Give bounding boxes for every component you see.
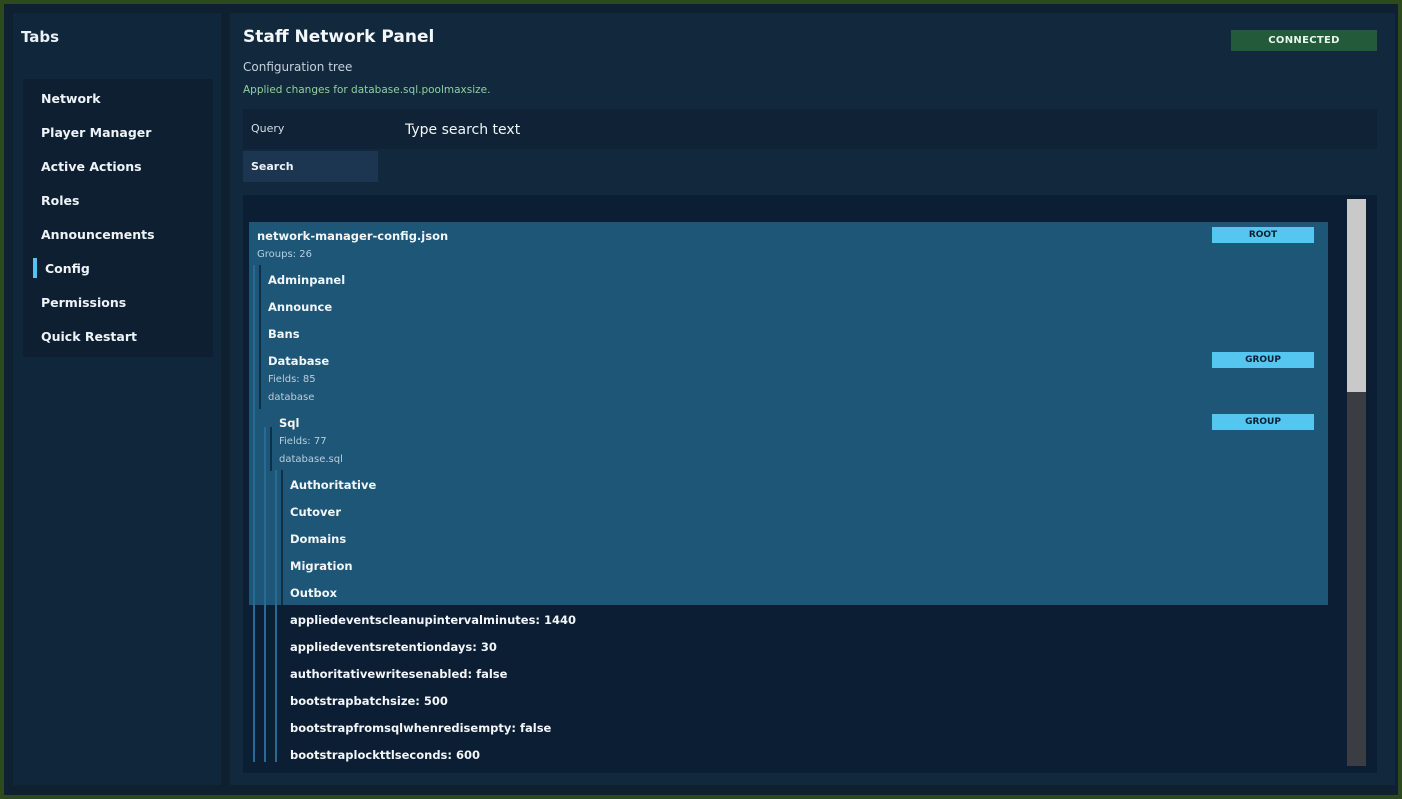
main-panel: Staff Network Panel CONNECTED Configurat… <box>230 13 1395 785</box>
tab-player-manager[interactable]: Player Manager <box>23 115 213 149</box>
tab-label: Roles <box>41 192 80 208</box>
sidebar-title: Tabs <box>21 28 60 46</box>
tree-sql-path: database.sql <box>279 454 343 465</box>
tree-field[interactable]: appliedeventsretentiondays: 30 <box>290 640 497 654</box>
tree-group-outbox[interactable]: Outbox <box>290 586 337 600</box>
page-subtitle: Configuration tree <box>243 60 353 74</box>
tab-roles[interactable]: Roles <box>23 183 213 217</box>
config-tree: network-manager-config.json ROOT Groups:… <box>243 195 1377 773</box>
tree-expanded-block <box>249 222 1328 605</box>
tab-label: Network <box>41 90 101 106</box>
tab-permissions[interactable]: Permissions <box>23 285 213 319</box>
tree-field[interactable]: bootstrapfromsqlwhenredisempty: false <box>290 721 551 735</box>
group-badge: GROUP <box>1212 414 1314 430</box>
tree-guide-line <box>270 427 272 471</box>
tab-label: Config <box>45 260 90 276</box>
tree-sql-fields: Fields: 77 <box>279 436 327 447</box>
tree-group-authoritative[interactable]: Authoritative <box>290 478 376 492</box>
tab-label: Active Actions <box>41 158 142 174</box>
status-message: Applied changes for database.sql.poolmax… <box>243 84 491 96</box>
group-badge: GROUP <box>1212 352 1314 368</box>
query-row: Query <box>243 109 1377 149</box>
tree-guide-line <box>253 265 255 762</box>
tree-database-path: database <box>268 392 315 403</box>
tree-group-adminpanel[interactable]: Adminpanel <box>268 273 345 287</box>
scrollbar-thumb[interactable] <box>1347 199 1366 392</box>
app-frame: Tabs Network Player Manager Active Actio… <box>4 4 1398 795</box>
tree-database-fields: Fields: 85 <box>268 374 316 385</box>
tab-announcements[interactable]: Announcements <box>23 217 213 251</box>
tree-scrollbar[interactable] <box>1347 199 1366 766</box>
tab-network[interactable]: Network <box>23 81 213 115</box>
tree-guide-line <box>259 265 261 409</box>
tree-guide-line <box>264 427 266 762</box>
tree-field[interactable]: bootstraplockttlseconds: 600 <box>290 748 480 762</box>
active-tab-indicator <box>33 258 37 278</box>
tab-label: Permissions <box>41 294 127 310</box>
search-button[interactable]: Search <box>243 151 378 182</box>
tab-list: Network Player Manager Active Actions Ro… <box>23 79 213 357</box>
tree-group-domains[interactable]: Domains <box>290 532 346 546</box>
tree-group-sql[interactable]: Sql <box>279 416 299 430</box>
root-badge: ROOT <box>1212 227 1314 243</box>
tree-group-announce[interactable]: Announce <box>268 300 332 314</box>
tree-root-label[interactable]: network-manager-config.json <box>257 229 448 243</box>
sidebar: Tabs Network Player Manager Active Actio… <box>13 13 221 785</box>
tab-label: Player Manager <box>41 124 152 140</box>
tree-guide-line <box>281 470 283 605</box>
tree-group-database[interactable]: Database <box>268 354 329 368</box>
tree-group-bans[interactable]: Bans <box>268 327 300 341</box>
tab-active-actions[interactable]: Active Actions <box>23 149 213 183</box>
tab-config[interactable]: Config <box>23 251 213 285</box>
tree-group-cutover[interactable]: Cutover <box>290 505 341 519</box>
query-label: Query <box>251 122 285 135</box>
tree-field[interactable]: appliedeventscleanupintervalminutes: 144… <box>290 613 576 627</box>
tree-field[interactable]: authoritativewritesenabled: false <box>290 667 507 681</box>
tree-root-groups: Groups: 26 <box>257 249 312 260</box>
tab-label: Quick Restart <box>41 328 137 344</box>
tab-quick-restart[interactable]: Quick Restart <box>23 319 213 353</box>
connection-status-badge: CONNECTED <box>1231 30 1377 51</box>
tree-guide-line <box>275 470 277 762</box>
search-input[interactable] <box>403 115 1367 145</box>
tree-group-migration[interactable]: Migration <box>290 559 353 573</box>
tab-label: Announcements <box>41 226 155 242</box>
page-title: Staff Network Panel <box>243 27 435 47</box>
tree-field[interactable]: bootstrapbatchsize: 500 <box>290 694 448 708</box>
